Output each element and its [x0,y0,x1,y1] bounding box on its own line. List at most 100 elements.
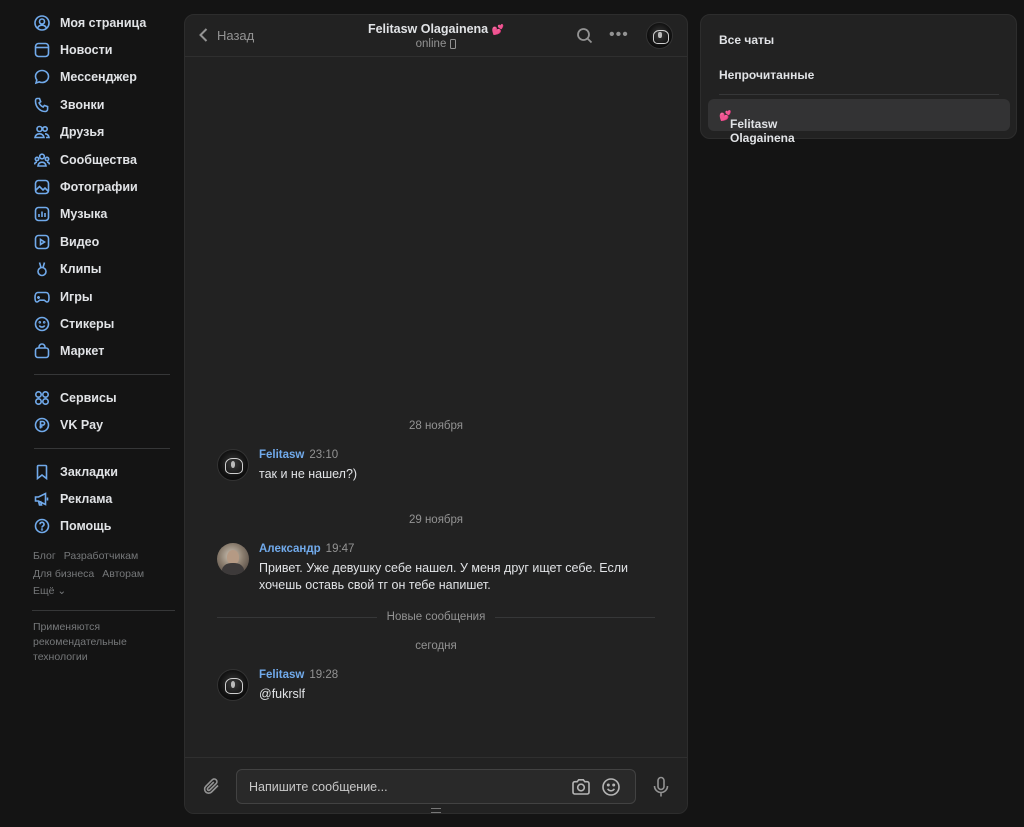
emoji-button[interactable] [601,777,621,800]
footer-link-developers[interactable]: Разработчикам [64,550,139,562]
newsfeed-icon [34,42,50,58]
photo-icon [34,179,50,195]
more-dots-icon: ••• [609,26,629,43]
panel-divider [719,94,999,95]
clips-icon [34,261,50,277]
heart-emoji-icon: 💕 [491,25,505,36]
video-icon [34,234,50,250]
sidebar-item-vkpay[interactable]: VK Pay [25,411,177,438]
camera-button[interactable] [571,777,591,800]
sidebar-item-my-page[interactable]: Моя страница [25,9,177,36]
message-author[interactable]: Felitasw [259,449,304,461]
gamepad-icon [34,289,50,305]
sidebar-item-news[interactable]: Новости [25,36,177,63]
voice-message-button[interactable] [651,776,671,801]
divider-line [495,616,655,618]
footer-link-blog[interactable]: Блог [33,550,56,562]
chat-list-item-label: Felitasw Olagainena 💕 [719,108,795,145]
vkpay-icon [34,417,50,433]
sidebar-item-label: Музыка [60,207,108,222]
attach-button[interactable] [202,776,222,799]
footer-link-authors[interactable]: Авторам [102,568,144,580]
peer-name-text: Felitasw Olagainena [367,22,489,36]
sidebar-divider [34,447,170,449]
peer-avatar[interactable] [646,22,673,49]
help-icon [34,518,50,534]
resize-handle[interactable] [431,808,441,813]
more-options-button[interactable]: ••• [609,26,629,44]
camera-icon [572,779,590,795]
sidebar-footer-links: Блог Разработчикам Для бизнеса Авторам Ещё… [33,548,177,601]
sidebar-item-label: Видео [60,234,100,249]
services-icon [34,390,50,406]
sidebar-item-label: Звонки [60,97,105,112]
sidebar-item-label: Стикеры [60,316,115,331]
search-button[interactable] [576,27,593,47]
sidebar-item-label: VK Pay [60,418,104,433]
new-messages-label: Новые сообщения [386,611,486,623]
message-text: Привет. Уже девушку себе нашел. У меня д… [259,561,628,592]
message-time[interactable]: 23:10 [309,449,338,461]
divider-line [217,616,377,618]
message-input-box [236,769,636,804]
user-circle-icon [34,14,50,31]
sidebar-item-communities[interactable]: Сообщества [25,146,177,173]
avatar[interactable] [217,669,249,701]
message-time[interactable]: 19:28 [309,669,338,681]
sidebar-item-bookmarks[interactable]: Закладки [25,458,177,485]
chat-header: Назад Felitasw Olagainena 💕 online ••• [185,15,687,57]
friends-icon [34,124,50,140]
sidebar-item-label: Друзья [60,125,105,140]
message-meta: Felitasw 19:28 [259,669,338,681]
sidebar-item-photos[interactable]: Фотографии [25,173,177,200]
message-input[interactable] [249,778,559,796]
chat-list-item-active[interactable]: Felitasw Olagainena 💕 [708,99,1010,145]
date-divider: сегодня [415,640,457,652]
sidebar-item-stickers[interactable]: Стикеры [25,310,177,337]
left-sidebar: Моя страница Новости Мессенджер Звонки Д… [25,9,177,665]
status-text: online [415,38,447,50]
paperclip-icon [203,778,219,794]
sidebar-item-calls[interactable]: Звонки [25,91,177,118]
bookmark-icon [34,464,50,480]
sidebar-item-label: Игры [60,289,93,304]
sidebar-item-label: Клипы [60,262,102,277]
megaphone-icon [34,491,50,507]
sidebar-item-label: Мессенджер [60,70,137,85]
message-text: так и не нашел?) [259,467,358,481]
message-composer [185,757,687,813]
sidebar-item-market[interactable]: Маркет [25,338,177,365]
avatar[interactable] [217,449,249,481]
recommendation-notice[interactable]: Применяются рекомендательные технологии [33,620,153,665]
new-messages-divider: Новые сообщения [217,611,655,623]
sidebar-item-help[interactable]: Помощь [25,513,177,540]
sidebar-item-video[interactable]: Видео [25,228,177,255]
sidebar-item-games[interactable]: Игры [25,283,177,310]
smile-icon [34,316,50,332]
filter-all-chats[interactable]: Все чаты [719,33,774,47]
message-author[interactable]: Александр [259,543,321,555]
sidebar-item-friends[interactable]: Друзья [25,119,177,146]
phone-icon [34,97,50,113]
filter-unread[interactable]: Непрочитанные [719,68,814,82]
sidebar-item-clips[interactable]: Клипы [25,256,177,283]
sidebar-item-label: Реклама [60,491,113,506]
message-author[interactable]: Felitasw [259,669,304,681]
chat-name: Felitasw Olagainena [730,117,795,145]
footer-more-button[interactable]: Ещё ⌄ [33,585,66,597]
sidebar-item-label: Помощь [60,519,112,534]
message-time[interactable]: 19:47 [326,543,355,555]
sidebar-item-messenger[interactable]: Мессенджер [25,64,177,91]
avatar[interactable] [217,543,249,575]
communities-icon [34,152,50,168]
footer-link-business[interactable]: Для бизнеса [33,568,94,580]
smile-icon [602,778,620,796]
chat-panel: Назад Felitasw Olagainena 💕 online ••• 2… [184,14,688,814]
date-divider: 29 ноября [408,514,464,526]
sidebar-item-services[interactable]: Сервисы [25,384,177,411]
sidebar-item-label: Моя страница [60,15,147,30]
sidebar-item-music[interactable]: Музыка [25,201,177,228]
message-meta: Felitasw 23:10 [259,449,338,461]
sidebar-item-label: Маркет [60,344,105,359]
sidebar-item-ads[interactable]: Реклама [25,485,177,512]
